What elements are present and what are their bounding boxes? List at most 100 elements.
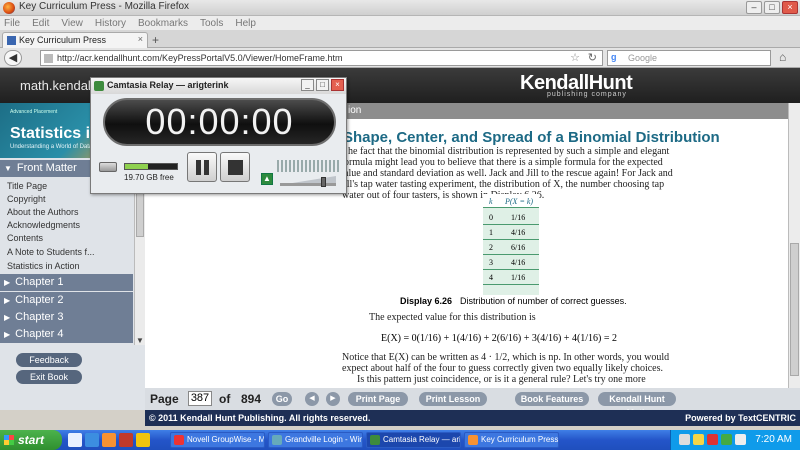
tab-close-icon[interactable]: × [138, 34, 143, 44]
table-row: 2 6/16 [483, 240, 539, 255]
task-grandville-login[interactable]: Grandville Login - Win... [268, 432, 363, 448]
chapter-label: Chapter 2 [15, 294, 64, 306]
menu-file[interactable]: File [4, 18, 20, 29]
tray-volume-icon[interactable] [735, 434, 746, 445]
menu-tools[interactable]: Tools [200, 18, 223, 29]
page-number-input[interactable]: 387 [188, 391, 212, 406]
expected-value-intro: The expected value for this distribution… [369, 312, 536, 323]
pause-button[interactable] [187, 152, 217, 182]
cover-subtitle: Understanding a World of Data [10, 144, 93, 150]
display-caption: Display 6.26 Distribution of number of co… [400, 296, 627, 306]
recording-timer: 00:00:00 [103, 98, 336, 146]
home-icon[interactable]: ⌂ [779, 50, 786, 64]
paragraph-line: expect about half of the four to guess c… [342, 363, 664, 374]
windows-logo-icon [4, 435, 14, 445]
camtasia-titlebar[interactable]: Camtasia Relay — arigterink _ □ × [91, 78, 346, 94]
system-tray: 7:20 AM [670, 430, 800, 450]
camtasia-maximize-button[interactable]: □ [316, 79, 329, 91]
go-button[interactable]: Go [272, 392, 292, 406]
toc-item-acknowledgments[interactable]: Acknowledgments [7, 220, 80, 230]
task-key-curriculum[interactable]: Key Curriculum Press ... [464, 432, 559, 448]
toc-item-copyright[interactable]: Copyright [7, 194, 46, 204]
firefox-icon [3, 2, 15, 14]
microphone-icon[interactable]: ▲ [261, 173, 273, 185]
scrollbar-thumb[interactable] [790, 243, 799, 376]
start-button[interactable]: start [0, 430, 62, 450]
back-button[interactable]: ◀ [4, 50, 22, 66]
toc-item-contents[interactable]: Contents [7, 233, 43, 243]
next-page-button[interactable]: ▶ [326, 392, 340, 406]
caption-text: Distribution of number of correct guesse… [460, 296, 627, 306]
print-lesson-button[interactable]: Print Lesson [419, 392, 487, 406]
header-k: k [489, 197, 493, 206]
expand-arrow-icon: ▶ [4, 313, 11, 322]
sidebar-chapter-2[interactable]: ▶ Chapter 2 [0, 292, 133, 309]
sidebar-chapter-1[interactable]: ▶ Chapter 1 [0, 274, 133, 291]
menu-edit[interactable]: Edit [32, 18, 49, 29]
tab-label: Key Curriculum Press [19, 35, 107, 45]
cell-probability: 6/16 [511, 243, 526, 252]
new-tab-button[interactable]: + [152, 33, 159, 47]
tray-alert-icon[interactable] [707, 434, 718, 445]
quicklaunch-app-icon[interactable] [119, 433, 133, 447]
menu-bookmarks[interactable]: Bookmarks [138, 18, 188, 29]
start-label: start [18, 433, 45, 447]
bookmark-star-icon[interactable]: ☆ [570, 51, 580, 64]
paragraph-line: Is this pattern just coincidence, or is … [357, 374, 646, 385]
site-identity-icon[interactable] [44, 54, 53, 63]
volume-slider[interactable] [280, 175, 336, 187]
task-label: Grandville Login - Win... [285, 435, 363, 444]
clock[interactable]: 7:20 AM [755, 434, 792, 445]
close-button[interactable]: × [782, 1, 798, 14]
cell-probability: 4/16 [511, 258, 526, 267]
scroll-down-icon[interactable]: ▼ [136, 336, 144, 345]
tray-security-icon[interactable] [693, 434, 704, 445]
sidebar-chapter-3[interactable]: ▶ Chapter 3 [0, 309, 133, 326]
url-bar[interactable]: http://acr.kendallhunt.com/KeyPressPorta… [40, 50, 603, 66]
show-desktop-icon[interactable] [68, 433, 82, 447]
volume-knob[interactable] [321, 177, 326, 187]
window-titlebar: Key Curriculum Press - Mozilla Firefox –… [0, 0, 800, 16]
previous-page-button[interactable]: ◀ [305, 392, 319, 406]
reload-icon[interactable]: ↻ [588, 51, 597, 64]
disk-space-fill [125, 164, 149, 169]
firefox-task-icon [468, 435, 478, 445]
content-scrollbar[interactable] [788, 103, 800, 388]
quicklaunch-folder-icon[interactable] [136, 433, 150, 447]
toc-item-about-authors[interactable]: About the Authors [7, 207, 79, 217]
google-icon[interactable]: g [611, 52, 617, 62]
exit-book-button[interactable]: Exit Book [16, 370, 82, 384]
table-row: 1 4/16 [483, 225, 539, 240]
internet-explorer-icon[interactable] [85, 433, 99, 447]
cell-probability: 1/16 [511, 213, 526, 222]
sidebar-chapter-4[interactable]: ▶ Chapter 4 [0, 326, 133, 343]
toc-item-statistics-in-action[interactable]: Statistics in Action [7, 261, 80, 271]
table-row: 3 4/16 [483, 255, 539, 270]
table-header: k P(X = k) [483, 194, 539, 208]
menu-help[interactable]: Help [235, 18, 256, 29]
toc-item-note-to-students[interactable]: A Note to Students f... [7, 247, 95, 257]
task-groupwise[interactable]: Novell GroupWise - M... [170, 432, 265, 448]
menu-history[interactable]: History [95, 18, 126, 29]
tray-app-icon[interactable] [721, 434, 732, 445]
tab-bar: Key Curriculum Press × + [0, 30, 800, 48]
search-input[interactable]: g Google [607, 50, 771, 66]
minimize-button[interactable]: – [746, 1, 762, 14]
tab-key-curriculum[interactable]: Key Curriculum Press × [2, 32, 148, 48]
print-page-button[interactable]: Print Page [348, 392, 408, 406]
toc-item-title-page[interactable]: Title Page [7, 181, 47, 191]
task-camtasia-relay[interactable]: Camtasia Relay — ari... [366, 432, 461, 448]
menu-view[interactable]: View [61, 18, 83, 29]
kendall-hunt-math-button[interactable]: Kendall Hunt Math [598, 392, 676, 418]
camtasia-close-button[interactable]: × [331, 79, 344, 91]
book-features-button[interactable]: Book Features [515, 392, 589, 406]
tray-network-icon[interactable] [679, 434, 690, 445]
camtasia-minimize-button[interactable]: _ [301, 79, 314, 91]
expand-arrow-icon: ▶ [4, 296, 11, 305]
feedback-button[interactable]: Feedback [16, 353, 82, 367]
firefox-quicklaunch-icon[interactable] [102, 433, 116, 447]
maximize-button[interactable]: □ [764, 1, 780, 14]
stop-button[interactable] [220, 152, 250, 182]
front-matter-label: Front Matter [16, 162, 77, 174]
cell-k: 4 [489, 273, 493, 282]
